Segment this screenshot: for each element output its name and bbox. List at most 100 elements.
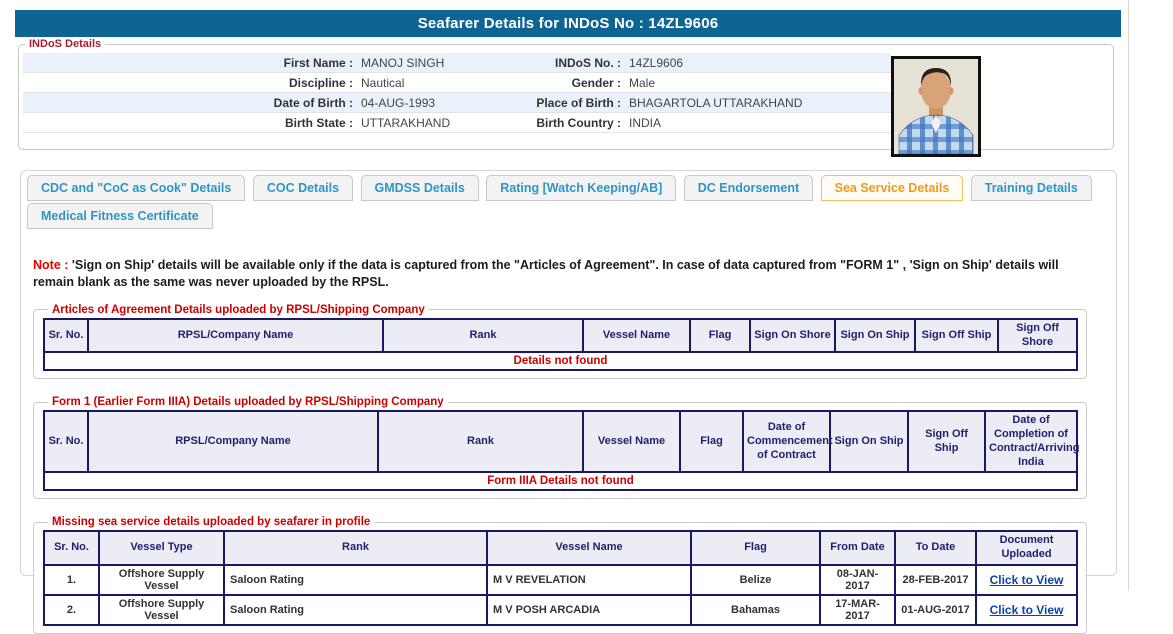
col-sr-no: Sr. No. [44,319,88,353]
click-to-view-link[interactable]: Click to View [990,603,1064,617]
to-date-cell: 28-FEB-2017 [895,565,976,595]
col-date-completion: Date of Completion of Contract/Arriving … [985,411,1077,472]
tab-sea-service-details[interactable]: Sea Service Details [821,175,964,201]
to-date-cell: 01-AUG-2017 [895,595,976,625]
tab-bar-row-1: CDC and "CoC as Cook" Details COC Detail… [21,171,1116,203]
birth-state-label: Birth State : [23,113,353,133]
sea-service-tab-panel: CDC and "CoC as Cook" Details COC Detail… [20,170,1117,576]
info-row-state-country: Birth State : UTTARAKHAND Birth Country … [23,113,891,133]
gender-label: Gender : [516,73,621,93]
place-of-birth-value: BHAGARTOLA UTTARAKHAND [621,93,891,113]
discipline-value: Nautical [353,73,516,93]
info-row-dob-pob: Date of Birth : 04-AUG-1993 Place of Bir… [23,93,891,113]
sr-no-cell: 1. [44,565,99,595]
tab-bar-row-2: Medical Fitness Certificate [21,203,1116,231]
col-vessel-name: Vessel Name [583,411,680,472]
tab-rating-watchkeeping[interactable]: Rating [Watch Keeping/AB] [486,175,676,201]
tab-cdc-coc-cook[interactable]: CDC and "CoC as Cook" Details [27,175,245,201]
indos-details-section: INDoS Details First Name : MANOJ SINGH I… [18,38,1114,150]
col-vessel-name: Vessel Name [487,531,691,565]
tab-gmdss-details[interactable]: GMDSS Details [361,175,479,201]
form1-section-legend: Form 1 (Earlier Form IIIA) Details uploa… [48,396,448,408]
missing-sea-service-table: Sr. No. Vessel Type Rank Vessel Name Fla… [43,530,1078,626]
col-rank: Rank [378,411,583,472]
vessel-type-cell: Offshore Supply Vessel [99,565,224,595]
missing-section-legend: Missing sea service details uploaded by … [48,516,374,528]
articles-section-legend: Articles of Agreement Details uploaded b… [48,304,429,316]
tab-dc-endorsement[interactable]: DC Endorsement [684,175,813,201]
missing-header-row: Sr. No. Vessel Type Rank Vessel Name Fla… [44,531,1077,565]
first-name-label: First Name : [23,53,353,73]
col-flag: Flag [691,531,820,565]
articles-header-row: Sr. No. RPSL/Company Name Rank Vessel Na… [44,319,1077,353]
col-rank: Rank [224,531,487,565]
vessel-name-cell: M V REVELATION [487,565,691,595]
articles-empty-message: Details not found [44,352,1077,370]
col-flag: Flag [690,319,750,353]
vessel-type-cell: Offshore Supply Vessel [99,595,224,625]
flag-cell: Bahamas [691,595,820,625]
indos-info-grid: First Name : MANOJ SINGH INDoS No. : 14Z… [23,53,891,133]
document-cell: Click to View [976,595,1077,625]
indos-no-value: 14ZL9606 [621,53,891,73]
indos-details-legend: INDoS Details [25,38,105,50]
form1-header-row: Sr. No. RPSL/Company Name Rank Vessel Na… [44,411,1077,472]
col-document-uploaded: Document Uploaded [976,531,1077,565]
info-row-discipline-gender: Discipline : Nautical Gender : Male [23,73,891,93]
missing-sea-service-section: Missing sea service details uploaded by … [33,516,1087,634]
note-body: 'Sign on Ship' details will be available… [33,258,1059,289]
gender-value: Male [621,73,891,93]
date-of-birth-label: Date of Birth : [23,93,353,113]
col-rpsl-company: RPSL/Company Name [88,319,383,353]
from-date-cell: 08-JAN-2017 [820,565,895,595]
place-of-birth-label: Place of Birth : [516,93,621,113]
col-rank: Rank [383,319,583,353]
rank-cell: Saloon Rating [224,595,487,625]
col-to-date: To Date [895,531,976,565]
form1-empty-row: Form IIIA Details not found [44,472,1077,490]
col-sign-on-ship: Sign On Ship [835,319,915,353]
first-name-value: MANOJ SINGH [353,53,516,73]
table-row: 2. Offshore Supply Vessel Saloon Rating … [44,595,1077,625]
tab-coc-details[interactable]: COC Details [253,175,353,201]
col-sign-off-ship: Sign Off Ship [915,319,998,353]
col-rpsl-company: RPSL/Company Name [88,411,378,472]
form1-empty-message: Form IIIA Details not found [44,472,1077,490]
col-sign-on-shore: Sign On Shore [750,319,835,353]
birth-country-label: Birth Country : [516,113,621,133]
form1-section: Form 1 (Earlier Form IIIA) Details uploa… [33,396,1087,499]
document-cell: Click to View [976,565,1077,595]
col-sr-no: Sr. No. [44,411,88,472]
birth-country-value: INDIA [621,113,891,133]
seafarer-photo [891,56,981,157]
col-sign-on-ship: Sign On Ship [830,411,908,472]
col-vessel-type: Vessel Type [99,531,224,565]
col-from-date: From Date [820,531,895,565]
col-vessel-name: Vessel Name [583,319,690,353]
date-of-birth-value: 04-AUG-1993 [353,93,516,113]
col-date-commencement: Date of Commencement of Contract [743,411,830,472]
indos-no-label: INDoS No. : [516,53,621,73]
articles-table: Sr. No. RPSL/Company Name Rank Vessel Na… [43,318,1078,372]
page-title: Seafarer Details for INDoS No : 14ZL9606 [15,10,1121,37]
flag-cell: Belize [691,565,820,595]
table-row: 1. Offshore Supply Vessel Saloon Rating … [44,565,1077,595]
articles-empty-row: Details not found [44,352,1077,370]
articles-of-agreement-section: Articles of Agreement Details uploaded b… [33,304,1087,380]
info-row-name-indos: First Name : MANOJ SINGH INDoS No. : 14Z… [23,53,891,73]
tab-training-details[interactable]: Training Details [971,175,1092,201]
rank-cell: Saloon Rating [224,565,487,595]
col-sign-off-ship: Sign Off Ship [908,411,985,472]
form1-table: Sr. No. RPSL/Company Name Rank Vessel Na… [43,410,1078,491]
from-date-cell: 17-MAR-2017 [820,595,895,625]
page-right-border [1128,0,1129,591]
sr-no-cell: 2. [44,595,99,625]
vessel-name-cell: M V POSH ARCADIA [487,595,691,625]
col-sign-off-shore: Sign Off Shore [998,319,1077,353]
tab-medical-fitness-certificate[interactable]: Medical Fitness Certificate [27,203,213,229]
note-text: Note : 'Sign on Ship' details will be av… [33,257,1102,291]
click-to-view-link[interactable]: Click to View [990,573,1064,587]
birth-state-value: UTTARAKHAND [353,113,516,133]
discipline-label: Discipline : [23,73,353,93]
col-sr-no: Sr. No. [44,531,99,565]
